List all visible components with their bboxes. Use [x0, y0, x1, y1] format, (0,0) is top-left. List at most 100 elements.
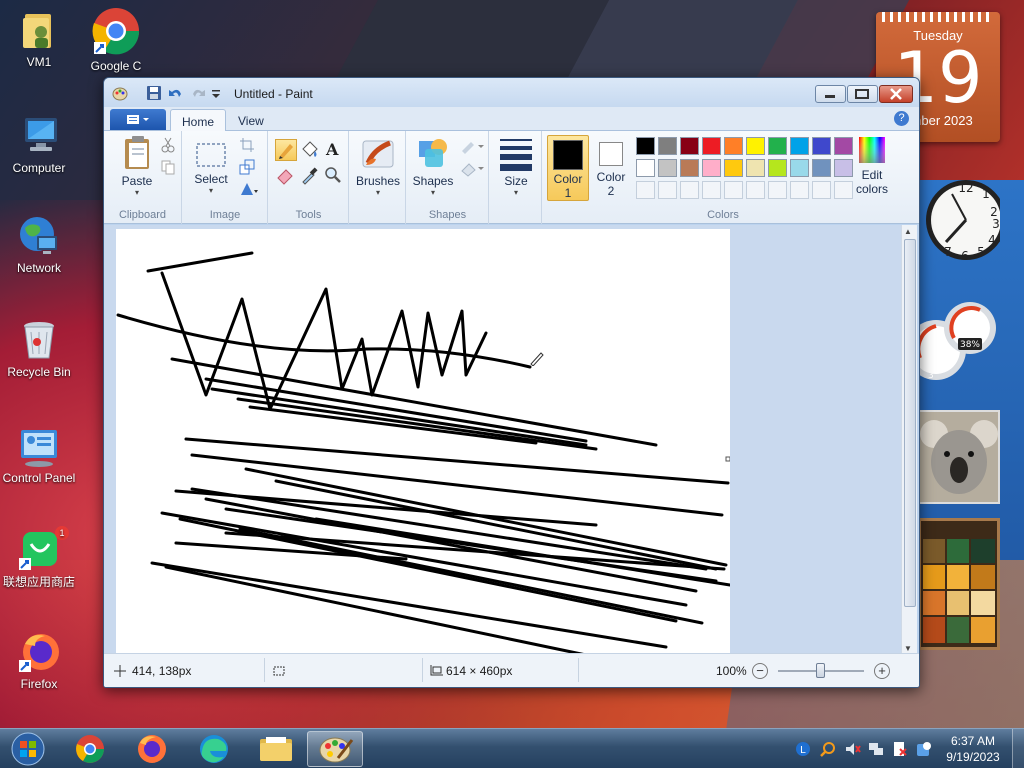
desktop-icon-firefox[interactable]: Firefox: [0, 630, 78, 691]
tab-view[interactable]: View: [227, 109, 275, 131]
palette-swatch[interactable]: [702, 181, 721, 199]
size-button[interactable]: Size ▾: [494, 137, 538, 197]
help-icon[interactable]: ?: [894, 111, 909, 126]
brushes-button[interactable]: Brushes ▾: [352, 135, 404, 197]
desktop-icon-recycle-bin[interactable]: Recycle Bin: [0, 318, 78, 379]
edit-colors-button[interactable]: Edit colors: [851, 135, 893, 196]
maximize-button[interactable]: [847, 85, 878, 103]
quick-access-dropdown-icon[interactable]: [210, 85, 226, 101]
start-button[interactable]: [2, 731, 54, 767]
action-center-icon[interactable]: [892, 741, 908, 757]
canvas-workspace[interactable]: [104, 225, 902, 657]
taskbar-chrome[interactable]: [62, 731, 118, 767]
palette-swatch[interactable]: [680, 159, 699, 177]
palette-swatch[interactable]: [812, 159, 831, 177]
palette-swatch[interactable]: [658, 181, 677, 199]
palette-swatch[interactable]: [812, 137, 831, 155]
search-tray-icon[interactable]: [820, 741, 836, 757]
select-button[interactable]: Select ▾: [189, 141, 233, 195]
save-icon[interactable]: [146, 85, 162, 101]
menu-icon: [127, 115, 149, 124]
lenovo-tray-icon[interactable]: L: [795, 741, 811, 757]
update-tray-icon[interactable]: [916, 741, 932, 757]
canvas-resize-handle[interactable]: [725, 456, 731, 462]
vertical-scrollbar[interactable]: ▲ ▼: [901, 225, 917, 655]
taskbar-paint[interactable]: [307, 731, 363, 767]
desktop-icon-network[interactable]: Network: [0, 214, 78, 275]
palette-swatch[interactable]: [680, 137, 699, 155]
desktop-icon-control-panel[interactable]: Control Panel: [0, 424, 78, 485]
color-picker-tool[interactable]: [299, 165, 321, 187]
firefox-icon: [17, 630, 61, 674]
palette-swatch[interactable]: [724, 137, 743, 155]
taskbar-explorer[interactable]: [248, 731, 304, 767]
palette-swatch[interactable]: [702, 159, 721, 177]
desktop-icon-computer[interactable]: Computer: [0, 114, 78, 175]
palette-swatch[interactable]: [812, 181, 831, 199]
palette-swatch[interactable]: [680, 181, 699, 199]
cpu-meter-gadget[interactable]: 38% 3: [906, 298, 1000, 390]
paste-button[interactable]: Paste ▾: [112, 135, 162, 197]
file-menu-button[interactable]: [110, 109, 166, 130]
crop-icon[interactable]: [239, 137, 259, 157]
palette-swatch[interactable]: [790, 181, 809, 199]
title-bar[interactable]: Untitled - Paint: [104, 78, 919, 107]
picture-puzzle-gadget[interactable]: [918, 518, 1000, 650]
tab-home[interactable]: Home: [170, 109, 227, 131]
paint-app-icon[interactable]: [112, 85, 128, 101]
palette-swatch[interactable]: [724, 159, 743, 177]
scroll-thumb[interactable]: [904, 239, 916, 607]
scroll-up-icon[interactable]: ▲: [904, 227, 912, 236]
palette-swatch[interactable]: [636, 137, 655, 155]
resize-icon[interactable]: [239, 159, 259, 179]
magnifier-tool[interactable]: [323, 165, 345, 187]
taskbar-edge[interactable]: [186, 731, 242, 767]
palette-swatch[interactable]: [724, 181, 743, 199]
taskbar-clock[interactable]: 6:37 AM 9/19/2023: [940, 733, 1006, 765]
color1-button[interactable]: Color 1: [547, 135, 589, 201]
cut-icon[interactable]: [160, 137, 180, 157]
desktop-icon-vm1[interactable]: VM1: [0, 8, 78, 69]
rotate-icon[interactable]: [239, 181, 259, 201]
zoom-slider-thumb[interactable]: [816, 663, 825, 678]
palette-swatch[interactable]: [658, 137, 677, 155]
palette-swatch[interactable]: [746, 181, 765, 199]
fill-tool[interactable]: [299, 139, 321, 161]
palette-swatch[interactable]: [636, 181, 655, 199]
taskbar-firefox[interactable]: [124, 731, 180, 767]
color2-button[interactable]: Color 2: [591, 135, 631, 201]
eraser-tool[interactable]: [275, 165, 297, 187]
show-desktop-button[interactable]: [1012, 729, 1024, 768]
palette-swatch[interactable]: [790, 137, 809, 155]
palette-swatch[interactable]: [658, 159, 677, 177]
desktop-icon-lenovo-store[interactable]: 1 联想应用商店: [0, 526, 78, 589]
shapes-button[interactable]: Shapes ▾: [409, 135, 457, 197]
copy-icon[interactable]: [160, 159, 180, 179]
zoom-in-button[interactable]: +: [874, 663, 890, 679]
palette-swatch[interactable]: [636, 159, 655, 177]
pencil-tool[interactable]: [275, 139, 297, 161]
clock-gadget[interactable]: 12 1 2 3 4567: [918, 158, 1006, 282]
drawing-canvas[interactable]: [116, 229, 732, 657]
network-tray-icon[interactable]: [868, 741, 884, 757]
palette-swatch[interactable]: [768, 159, 787, 177]
slideshow-gadget[interactable]: [918, 410, 1000, 504]
close-button[interactable]: [879, 85, 913, 103]
redo-icon[interactable]: [190, 85, 206, 101]
zoom-out-button[interactable]: −: [752, 663, 768, 679]
palette-swatch[interactable]: [702, 137, 721, 155]
text-tool[interactable]: A: [323, 139, 345, 161]
paint-window[interactable]: Untitled - Paint Home View ? Paste ▾ Cli…: [103, 77, 920, 688]
palette-swatch[interactable]: [768, 181, 787, 199]
palette-swatch[interactable]: [746, 137, 765, 155]
desktop-icon-chrome[interactable]: Google C: [77, 6, 155, 73]
undo-icon[interactable]: [168, 85, 184, 101]
palette-swatch[interactable]: [790, 159, 809, 177]
outline-icon[interactable]: [459, 137, 484, 157]
fill-icon[interactable]: [459, 159, 484, 179]
minimize-button[interactable]: [815, 85, 846, 103]
palette-swatch[interactable]: [768, 137, 787, 155]
volume-muted-icon[interactable]: [845, 741, 861, 757]
scroll-down-icon[interactable]: ▼: [904, 644, 912, 653]
palette-swatch[interactable]: [746, 159, 765, 177]
